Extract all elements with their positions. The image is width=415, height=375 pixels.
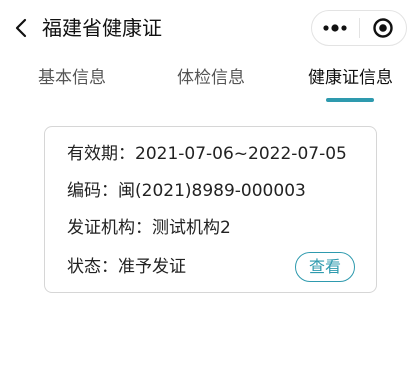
more-dots-icon: [323, 24, 347, 32]
more-button[interactable]: [312, 11, 359, 45]
certificate-card: 有效期： 2021-07-06~2022-07-05 编码： 闽(2021)8989…: [44, 126, 377, 293]
active-tab-indicator: [326, 98, 374, 102]
status-value: 准予发证: [118, 257, 186, 277]
issuer-row: 发证机构： 测试机构2: [67, 216, 231, 240]
tab-certificate-info[interactable]: 健康证信息: [308, 66, 393, 90]
issuer-value: 测试机构2: [152, 218, 231, 238]
back-button[interactable]: [8, 14, 36, 42]
navigation-bar: 福建省健康证: [0, 0, 415, 56]
view-button[interactable]: 查看: [295, 252, 355, 282]
issuer-label: 发证机构：: [67, 218, 152, 238]
validity-value: 2021-07-06~2022-07-05: [135, 144, 347, 164]
page-title: 福建省健康证: [42, 16, 162, 40]
chevron-left-icon: [15, 18, 27, 38]
code-label: 编码：: [67, 181, 118, 201]
health-certificate-page: 福建省健康证 基本信息 体检信息 健康证信息 有效期： 2021-07-06~2…: [0, 0, 415, 375]
code-row: 编码： 闽(2021)8989-000003: [67, 179, 306, 203]
validity-label: 有效期：: [67, 144, 135, 164]
status-row: 状态： 准予发证: [67, 255, 186, 279]
validity-row: 有效期： 2021-07-06~2022-07-05: [67, 142, 347, 166]
mini-program-capsule: [311, 10, 407, 46]
status-label: 状态：: [67, 257, 118, 277]
tab-exam-info[interactable]: 体检信息: [177, 66, 245, 90]
tab-bar: 基本信息 体检信息 健康证信息: [0, 56, 415, 106]
target-circle-icon: [373, 18, 393, 38]
tab-basic-info[interactable]: 基本信息: [38, 66, 106, 90]
code-value: 闽(2021)8989-000003: [118, 181, 306, 201]
close-button[interactable]: [359, 11, 406, 45]
